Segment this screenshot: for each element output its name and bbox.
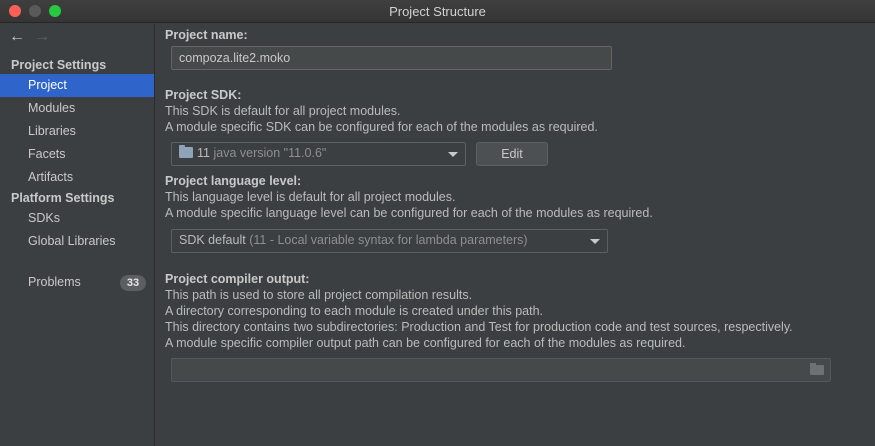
project-sdk-heading: Project SDK: — [165, 88, 242, 102]
sidebar-item-facets[interactable]: Facets — [0, 143, 154, 166]
platform-settings-header: Platform Settings — [11, 191, 115, 205]
compiler-output-heading: Project compiler output: — [165, 272, 310, 286]
forward-arrow-icon[interactable]: → — [34, 28, 50, 46]
sdk-name: 11 — [197, 146, 210, 160]
sidebar-item-problems[interactable]: Problems 33 — [0, 271, 154, 294]
language-level-dropdown[interactable]: SDK default (11 - Local variable syntax … — [171, 229, 608, 253]
language-level-selected: SDK default — [179, 233, 246, 247]
sidebar-item-sdks[interactable]: SDKs — [0, 207, 154, 230]
window-title: Project Structure — [389, 4, 486, 19]
sidebar-item-project[interactable]: Project — [0, 74, 154, 97]
sdk-version: java version "11.0.6" — [213, 146, 327, 160]
project-sdk-dropdown[interactable]: 11 java version "11.0.6" — [171, 142, 466, 166]
compiler-output-description-1: This path is used to store all project c… — [165, 288, 473, 302]
sidebar-item-label: Modules — [28, 101, 76, 115]
back-arrow-icon[interactable]: ← — [9, 28, 25, 46]
project-sdk-description-1: This SDK is default for all project modu… — [165, 104, 401, 118]
compiler-output-description-3: This directory contains two subdirectori… — [165, 320, 793, 334]
title-bar: Project Structure — [0, 0, 875, 23]
chevron-down-icon — [448, 152, 458, 157]
compiler-output-description-2: A directory corresponding to each module… — [165, 304, 543, 318]
sidebar-item-libraries[interactable]: Libraries — [0, 120, 154, 143]
chevron-down-icon — [590, 239, 600, 244]
sidebar-item-label: Project — [28, 78, 67, 92]
compiler-output-path-field[interactable] — [171, 358, 831, 382]
sidebar-item-label: Libraries — [28, 124, 76, 138]
project-settings-header: Project Settings — [11, 58, 107, 72]
sidebar-item-label: Facets — [28, 147, 66, 161]
sidebar-item-label: Artifacts — [28, 170, 74, 184]
sidebar-item-label: Global Libraries — [28, 234, 116, 248]
browse-folder-icon[interactable] — [810, 363, 824, 375]
sidebar-item-global-libraries[interactable]: Global Libraries — [0, 230, 154, 253]
language-level-description-2: A module specific language level can be … — [165, 206, 653, 220]
sidebar-item-label: Problems — [28, 275, 81, 289]
compiler-output-description-4: A module specific compiler output path c… — [165, 336, 686, 350]
project-sdk-description-2: A module specific SDK can be configured … — [165, 120, 598, 134]
sidebar-item-label: SDKs — [28, 211, 60, 225]
sidebar-item-artifacts[interactable]: Artifacts — [0, 166, 154, 189]
sidebar-item-modules[interactable]: Modules — [0, 97, 154, 120]
language-level-heading: Project language level: — [165, 174, 302, 188]
problems-count-badge: 33 — [120, 275, 146, 291]
edit-sdk-button[interactable]: Edit — [476, 142, 548, 166]
project-settings-panel: Project name: Project SDK: This SDK is d… — [156, 24, 875, 446]
sidebar: ← → Project Settings Project Modules Lib… — [0, 24, 155, 446]
project-name-input[interactable] — [171, 46, 612, 70]
sdk-folder-icon — [179, 145, 193, 158]
language-level-description-1: This language level is default for all p… — [165, 190, 456, 204]
language-level-detail: (11 - Local variable syntax for lambda p… — [249, 233, 528, 247]
project-name-heading: Project name: — [165, 28, 248, 42]
